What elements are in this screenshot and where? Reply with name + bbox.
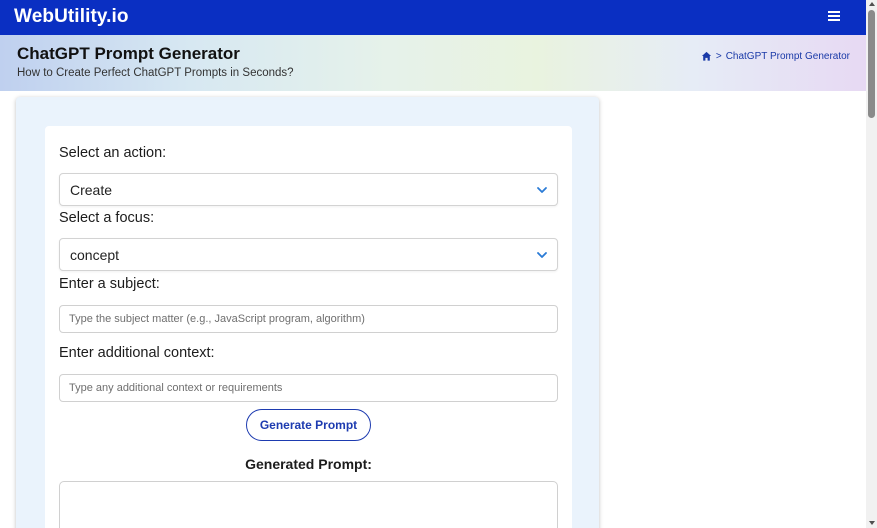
hamburger-menu-icon[interactable]	[826, 9, 842, 25]
action-select-value: Create	[70, 182, 113, 198]
action-select[interactable]: Create	[59, 173, 558, 206]
breadcrumb-current[interactable]: ChatGPT Prompt Generator	[726, 51, 850, 62]
page-hero: ChatGPT Prompt Generator How to Create P…	[0, 35, 866, 91]
home-icon[interactable]	[701, 51, 712, 62]
brand-logo[interactable]: WebUtility.io	[14, 6, 129, 28]
generate-prompt-button[interactable]: Generate Prompt	[246, 409, 371, 441]
generated-prompt-heading: Generated Prompt:	[245, 456, 372, 472]
subject-label: Enter a subject:	[59, 276, 160, 292]
scrollbar-thumb[interactable]	[868, 10, 875, 118]
focus-label: Select a focus:	[59, 210, 155, 226]
page-scrollbar[interactable]	[866, 0, 877, 528]
scroll-up-arrow-icon[interactable]	[869, 2, 875, 6]
focus-select[interactable]: concept	[59, 238, 558, 271]
subject-input[interactable]	[59, 305, 558, 333]
chevron-down-icon	[537, 252, 547, 258]
context-label: Enter additional context:	[59, 345, 215, 361]
focus-select-value: concept	[70, 247, 120, 263]
breadcrumb: > ChatGPT Prompt Generator	[701, 51, 850, 62]
top-navbar: WebUtility.io	[0, 0, 866, 35]
context-input[interactable]	[59, 374, 558, 402]
chevron-down-icon	[537, 187, 547, 193]
page-subtitle: How to Create Perfect ChatGPT Prompts in…	[17, 67, 294, 79]
page-title: ChatGPT Prompt Generator	[17, 44, 240, 63]
breadcrumb-separator: >	[715, 51, 722, 62]
generated-prompt-output[interactable]	[59, 481, 558, 528]
scroll-down-arrow-icon[interactable]	[869, 521, 875, 525]
action-label: Select an action:	[59, 145, 167, 161]
